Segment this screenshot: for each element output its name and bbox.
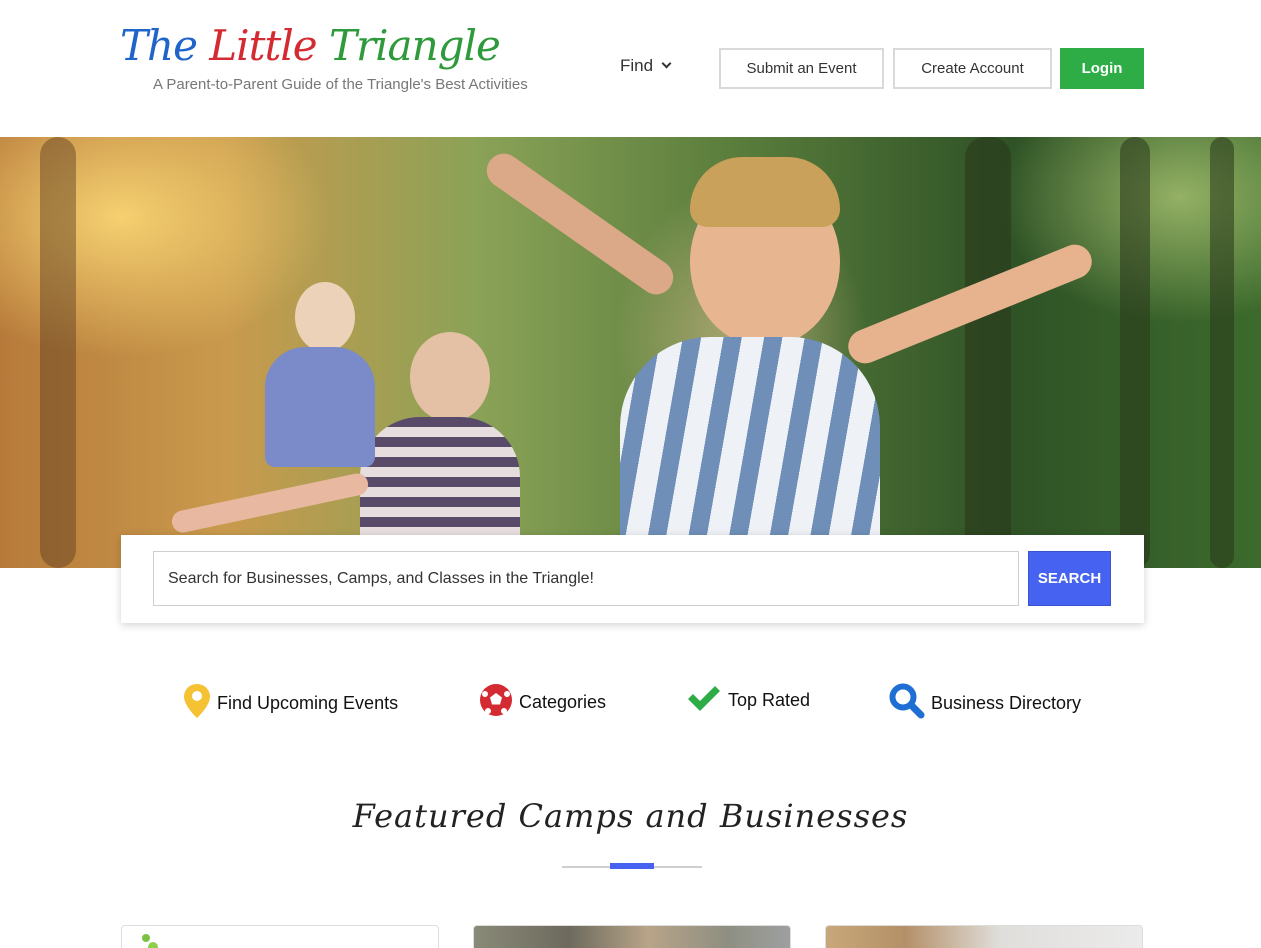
site-header: The Little Triangle A Parent-to-Parent G…: [0, 0, 1261, 137]
featured-card[interactable]: [825, 925, 1143, 948]
hero-tree-trunk: [1120, 137, 1150, 568]
submit-event-button[interactable]: Submit an Event: [719, 48, 884, 89]
card-logo-icon: [142, 934, 150, 942]
chevron-down-icon: [661, 58, 672, 69]
site-tagline: A Parent-to-Parent Guide of the Triangle…: [153, 76, 528, 93]
quick-link-upcoming-events[interactable]: Find Upcoming Events: [183, 683, 398, 724]
quick-link-top-rated[interactable]: Top Rated: [686, 683, 810, 718]
quick-link-categories[interactable]: Categories: [479, 683, 606, 722]
checkmark-icon: [686, 683, 722, 718]
logo-wordmark: The Little Triangle: [120, 18, 501, 74]
hero-child-face: [295, 282, 355, 352]
hero-child-arm: [169, 471, 371, 535]
login-button[interactable]: Login: [1060, 48, 1144, 89]
hero-child-shirt: [265, 347, 375, 467]
magnifier-icon: [889, 683, 925, 724]
quick-link-label: Find Upcoming Events: [217, 693, 399, 713]
search-input[interactable]: [153, 551, 1019, 606]
quick-link-label: Business Directory: [931, 693, 1082, 713]
quick-link-label: Top Rated: [728, 690, 811, 710]
hero-child-arm: [480, 146, 680, 302]
create-account-button[interactable]: Create Account: [893, 48, 1052, 89]
hero-child-hair: [690, 157, 840, 227]
hero-tree-trunk: [1210, 137, 1234, 568]
hero-child-shirt: [620, 337, 880, 568]
featured-card[interactable]: [473, 925, 791, 948]
soccer-ball-icon: [479, 683, 513, 722]
title-divider-accent: [610, 863, 654, 869]
featured-section-title: Featured Camps and Businesses: [352, 797, 909, 835]
logo-word-little: Little: [209, 21, 317, 70]
find-menu-label: Find: [620, 56, 654, 75]
logo-word-triangle: Triangle: [329, 21, 501, 70]
quick-link-business-directory[interactable]: Business Directory: [889, 683, 1081, 724]
search-button[interactable]: SEARCH: [1028, 551, 1111, 606]
hero-image: [0, 137, 1261, 568]
search-panel: SEARCH: [121, 535, 1144, 623]
site-logo[interactable]: The Little Triangle: [120, 18, 501, 74]
hero-child-face: [410, 332, 490, 422]
logo-word-the: The: [120, 21, 198, 70]
featured-card[interactable]: [121, 925, 439, 948]
hero-tree-trunk: [40, 137, 76, 568]
card-logo-icon: [148, 942, 158, 948]
map-pin-icon: [183, 683, 211, 724]
hero-tree-trunk: [965, 137, 1011, 568]
find-menu[interactable]: Find: [620, 56, 672, 76]
quick-link-label: Categories: [519, 692, 607, 712]
